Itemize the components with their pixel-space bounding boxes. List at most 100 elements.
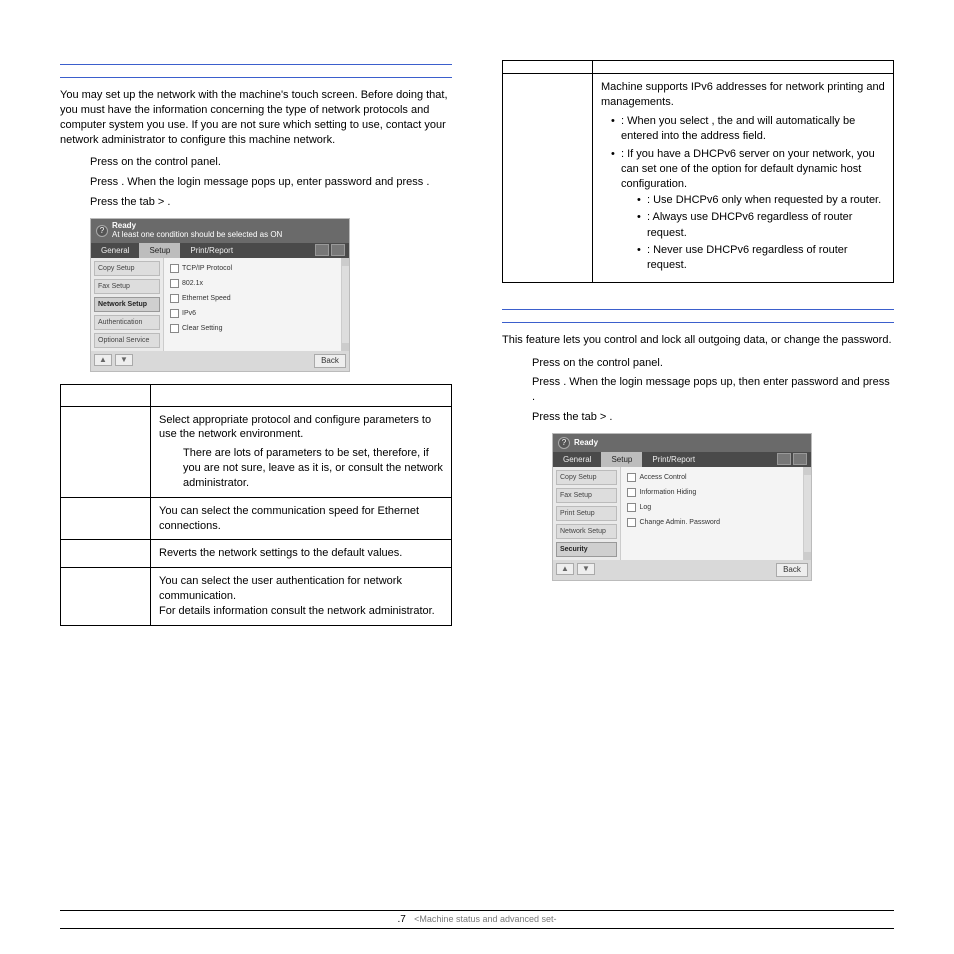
back-button[interactable]: Back [314,354,346,368]
sidebar-item-authentication[interactable]: Authentication [94,315,160,330]
tool-icon[interactable] [315,244,329,256]
help-icon[interactable]: ? [96,225,108,237]
table-cell [503,61,593,74]
table-cell: You can select the communication speed f… [151,497,452,540]
checkbox-icon[interactable] [170,264,179,273]
sidebar-item-optional-service[interactable]: Optional Service [94,333,160,348]
panel-header: ? Ready [553,434,811,452]
option-access-control[interactable]: Access Control [627,473,712,482]
table-cell [593,61,894,74]
checkbox-icon[interactable] [170,294,179,303]
table-cell [61,540,151,568]
section-heading-network [60,64,452,78]
table-header [61,384,151,406]
checkbox-icon[interactable] [627,518,636,527]
table-header [151,384,452,406]
step-text: Press the [90,196,140,208]
option-information-hiding[interactable]: Information Hiding [627,488,712,497]
right-column: Machine supports IPv6 addresses for netw… [502,60,894,626]
step-1: Press on the control panel. [90,155,452,170]
option-ipv6[interactable]: IPv6 [170,309,255,318]
back-button[interactable]: Back [776,563,808,577]
tab-general[interactable]: General [553,452,601,467]
help-icon[interactable]: ? [558,437,570,449]
panel-main: Access Control Information Hiding Log Ch… [620,467,803,560]
scrollbar[interactable] [341,258,349,351]
ipv6-table: Machine supports IPv6 addresses for netw… [502,60,894,283]
option-log[interactable]: Log [627,503,797,512]
security-intro: This feature lets you control and lock a… [502,333,894,348]
panel-header: ? Ready At least one condition should be… [91,219,349,243]
section-heading-security [502,309,894,323]
step-2: Press . When the login message pops up, … [532,375,894,405]
panel-substatus: At least one condition should be selecte… [112,231,282,240]
list-item: : Never use DHCPv6 regardless of router … [637,243,885,274]
list-item: : Always use DHCPv6 regardless of router… [637,210,885,241]
tab-print-report[interactable]: Print/Report [642,452,705,467]
checkbox-icon[interactable] [627,488,636,497]
table-cell: Select appropriate protocol and configur… [151,406,452,497]
security-panel: ? Ready General Setup Print/Report Copy … [552,433,812,581]
panel-tabs: General Setup Print/Report [91,243,349,258]
sidebar-item-fax-setup[interactable]: Fax Setup [94,279,160,294]
network-setup-panel: ? Ready At least one condition should be… [90,218,350,372]
network-options-table: Select appropriate protocol and configur… [60,384,452,626]
home-icon[interactable] [331,244,345,256]
step-text: tab > [140,196,168,208]
table-cell: Reverts the network settings to the defa… [151,540,452,568]
table-cell [503,74,593,283]
step-text: . When the login message pops up, enter … [121,176,426,188]
list-item: : If you have a DHCPv6 server on your ne… [611,147,885,274]
step-2: Press . When the login message pops up, … [90,175,452,190]
panel-sidebar: Copy Setup Fax Setup Network Setup Authe… [91,258,163,351]
option-802-1x[interactable]: 802.1x [170,279,255,288]
panel-sidebar: Copy Setup Fax Setup Print Setup Network… [553,467,620,560]
step-3: Press the tab > . [90,195,452,210]
panel-main: TCP/IP Protocol 802.1x Ethernet Speed IP… [163,258,341,351]
page-footer: .7 <Machine status and advanced set- [60,910,894,929]
page-up-button[interactable]: ▲ [556,563,574,575]
tab-setup[interactable]: Setup [601,452,642,467]
tab-print-report[interactable]: Print/Report [180,243,243,258]
checkbox-icon[interactable] [170,279,179,288]
scrollbar[interactable] [803,467,811,560]
list-item: : Use DHCPv6 only when requested by a ro… [637,193,885,208]
sidebar-item-network-setup[interactable]: Network Setup [556,524,617,539]
tab-setup[interactable]: Setup [139,243,180,258]
option-change-admin-password[interactable]: Change Admin. Password [627,518,797,527]
page-down-button[interactable]: ▼ [577,563,595,575]
step-text: Press [90,176,121,188]
step-text: . [426,176,429,188]
option-ethernet-speed[interactable]: Ethernet Speed [170,294,255,303]
sidebar-item-copy-setup[interactable]: Copy Setup [94,261,160,276]
table-cell [61,406,151,497]
sidebar-item-fax-setup[interactable]: Fax Setup [556,488,617,503]
page-down-button[interactable]: ▼ [115,354,133,366]
checkbox-icon[interactable] [170,309,179,318]
step-text: . [167,196,170,208]
chapter-title: <Machine status and advanced set- [414,914,556,924]
option-clear-setting[interactable]: Clear Setting [170,324,255,333]
tab-general[interactable]: General [91,243,139,258]
option-tcpip[interactable]: TCP/IP Protocol [170,264,255,273]
page-up-button[interactable]: ▲ [94,354,112,366]
home-icon[interactable] [793,453,807,465]
left-column: You may set up the network with the mach… [60,60,452,626]
table-cell: Machine supports IPv6 addresses for netw… [593,74,894,283]
panel-status: Ready [574,439,598,448]
table-cell [61,568,151,626]
step-1: Press on the control panel. [532,356,894,371]
sidebar-item-security[interactable]: Security [556,542,617,557]
page-number: .7 [397,914,405,925]
panel-tabs: General Setup Print/Report [553,452,811,467]
checkbox-icon[interactable] [627,473,636,482]
sidebar-item-copy-setup[interactable]: Copy Setup [556,470,617,485]
checkbox-icon[interactable] [170,324,179,333]
tool-icon[interactable] [777,453,791,465]
checkbox-icon[interactable] [627,503,636,512]
table-cell [61,497,151,540]
sidebar-item-network-setup[interactable]: Network Setup [94,297,160,312]
list-item: : When you select , the and will automat… [611,114,885,145]
sidebar-item-print-setup[interactable]: Print Setup [556,506,617,521]
step-text: Press [90,156,121,168]
